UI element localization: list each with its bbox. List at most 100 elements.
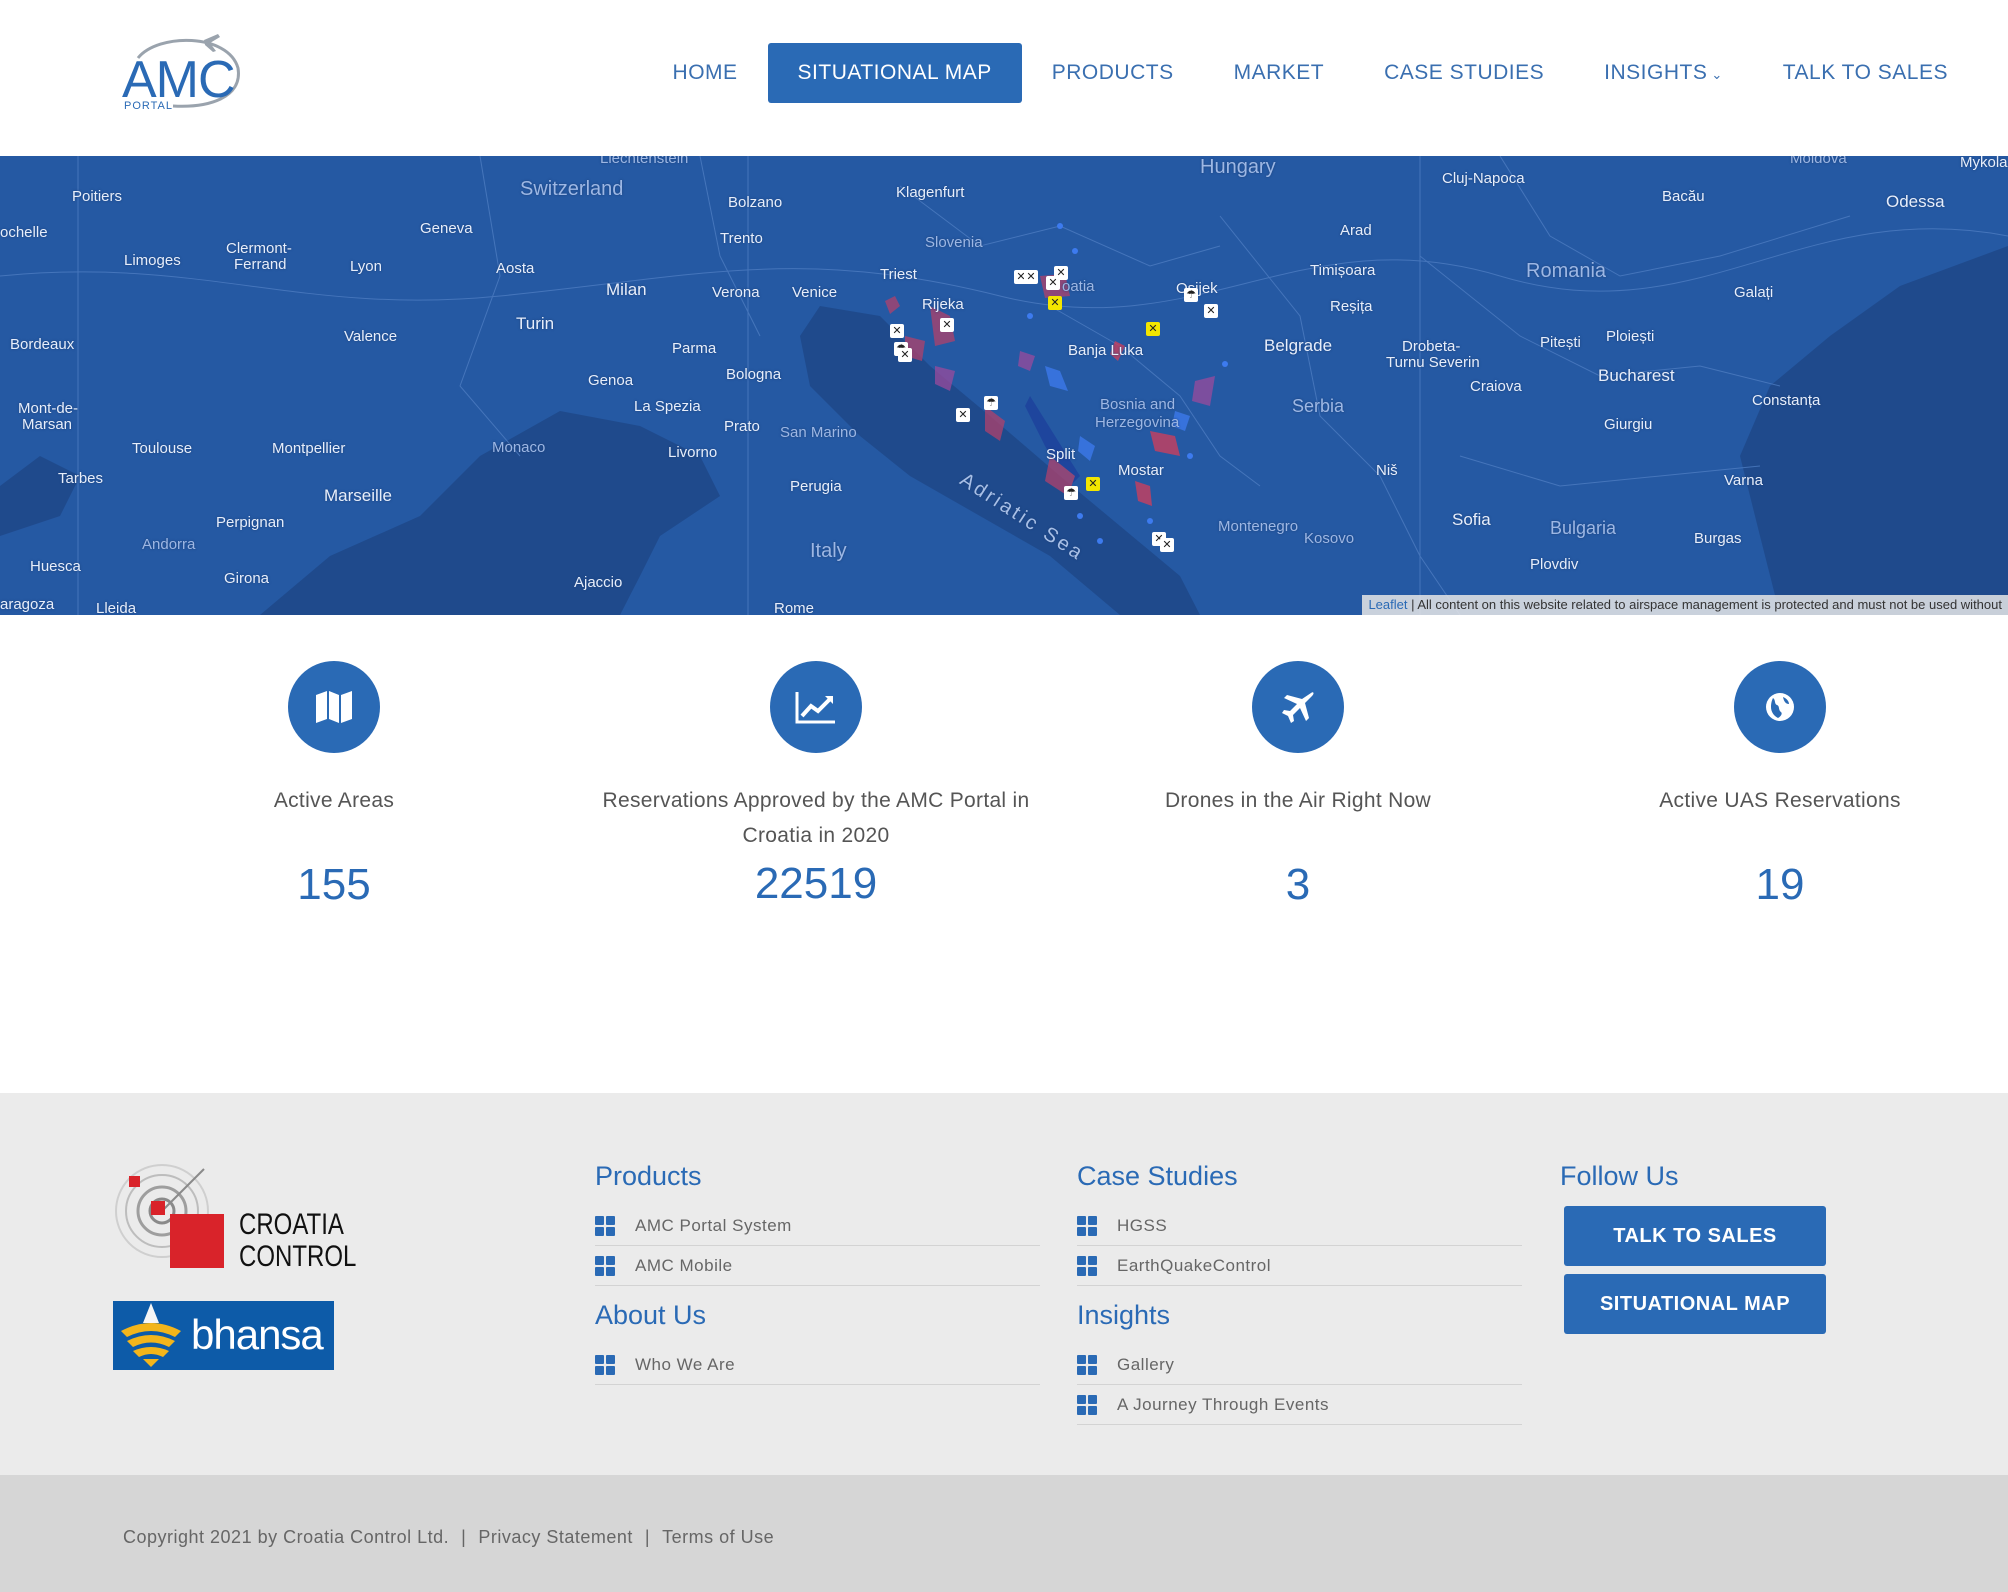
map-label-hungary: Hungary [1200,156,1276,178]
map-label-bordeaux: Bordeaux [10,336,75,353]
drone-marker-icon[interactable]: ✕ [940,318,954,332]
situational-map[interactable]: Switzerland Hungary Romania Slovenia oat… [0,156,2008,615]
nav-talk-to-sales[interactable]: TALK TO SALES [1753,43,1978,103]
restriction-marker-icon[interactable]: ✕ [1086,477,1100,491]
footer-link-journey-through-events[interactable]: A Journey Through Events [1077,1385,1522,1425]
terms-of-use-link[interactable]: Terms of Use [662,1527,774,1547]
map-label-perpignan: Perpignan [216,514,285,531]
restriction-marker-icon[interactable]: ✕ [1048,296,1062,310]
grid-icon [1077,1394,1097,1415]
map-label-switzerland: Switzerland [520,178,624,200]
restriction-marker-icon[interactable]: ✕ [1146,322,1160,336]
stat-value: 22519 [754,859,878,908]
map-label-galati: Galați [1734,284,1774,301]
copyright-text: Copyright 2021 by Croatia Control Ltd. [123,1527,450,1547]
stat-active-uas-reservations: Active UAS Reservations 19 [1539,615,2008,910]
map-label-marsan: Marsan [22,416,73,433]
stat-active-areas: Active Areas 155 [93,615,575,910]
footer-link-amc-mobile[interactable]: AMC Mobile [595,1246,1040,1286]
map-label-triest: Triest [880,266,917,283]
map-label-tarbes: Tarbes [58,470,104,487]
stats-section: Active Areas 155 Reservations Approved b… [0,615,2008,1093]
drone-marker-icon[interactable]: ✕ [1046,276,1060,290]
footer-link-hgss[interactable]: HGSS [1077,1206,1522,1246]
parachute-marker-icon[interactable]: ☂ [984,396,998,410]
chevron-down-icon: ⌄ [1711,67,1723,82]
croatia-logo-line1: CROATIA [239,1208,344,1241]
map-label-liechtenstein: Liechtenstein [600,156,689,167]
map-icon [288,661,380,753]
map-label-split: Split [1046,446,1076,463]
footer-col-products: Products AMC Portal System AMC Mobile Ab… [595,1161,1040,1385]
map-label-lyon: Lyon [350,258,382,275]
footer-case-studies-title: Case Studies [1077,1161,1238,1191]
copyright-line: Copyright 2021 by Croatia Control Ltd. | P… [123,1527,774,1548]
nav-market[interactable]: MARKET [1204,43,1355,103]
privacy-statement-link[interactable]: Privacy Statement [478,1527,633,1547]
map-label-mont-de: Mont-de- [18,400,79,417]
map-label-varna: Varna [1724,472,1763,489]
drone-marker-icon[interactable]: ✕ [1160,538,1174,552]
map-label-trento: Trento [720,230,763,247]
parachute-marker-icon[interactable]: ☂ [1184,288,1198,302]
nav-situational-map[interactable]: SITUATIONAL MAP [767,43,1022,103]
map-label-montpellier: Montpellier [272,440,346,457]
drone-marker-icon[interactable]: ✕ [890,324,904,338]
map-label-livorno: Livorno [668,444,718,461]
leaflet-link[interactable]: Leaflet [1368,597,1407,612]
footer-link-amc-portal-system[interactable]: AMC Portal System [595,1206,1040,1246]
map-label-kosovo: Kosovo [1304,530,1355,547]
attribution-text: | All content on this website related to… [1407,597,2002,612]
map-label-slovenia: Slovenia [925,234,983,251]
bhansa-emblem-icon [121,1303,181,1367]
map-label-lleida: Lleida [96,600,137,615]
footer-insights-title: Insights [1077,1300,1171,1330]
map-label-mykola: Mykola [1960,156,2008,171]
drone-marker-icon[interactable]: ✕ [898,348,912,362]
drone-marker-icon[interactable]: ✕ [1204,304,1218,318]
croatia-control-logo[interactable]: CROATIA CONTROL [112,1161,356,1281]
footer-col-case-studies: Case Studies HGSS EarthQuakeControl Insi… [1077,1161,1522,1425]
map-label-craiova: Craiova [1470,378,1522,395]
nav-insights[interactable]: INSIGHTS ⌄ [1574,43,1753,103]
bhansa-logo[interactable]: bhansa [113,1301,334,1370]
map-label-ajaccio: Ajaccio [574,574,623,591]
map-label-rome: Rome [774,600,815,615]
map-label-odessa: Odessa [1886,192,1945,211]
map-label-drobeta: Drobeta- [1402,338,1461,355]
footer-link-label: A Journey Through Events [1117,1394,1330,1414]
talk-to-sales-button[interactable]: TALK TO SALES [1564,1206,1826,1266]
map-label-genoa: Genoa [588,372,634,389]
map-label-marseille: Marseille [324,486,393,505]
footer-about-title: About Us [595,1300,707,1330]
nav-products[interactable]: PRODUCTS [1022,43,1204,103]
footer-col-follow-us: Follow Us TALK TO SALES SITUATIONAL MAP [1560,1161,1826,1342]
drone-marker-icon[interactable]: ✕ [1024,270,1038,284]
footer-link-earthquakecontrol[interactable]: EarthQuakeControl [1077,1246,1522,1286]
map-label-giurgiu: Giurgiu [1604,416,1653,433]
footer-link-who-we-are[interactable]: Who We Are [595,1345,1040,1385]
situational-map-button[interactable]: SITUATIONAL MAP [1564,1274,1826,1334]
nav-home[interactable]: HOME [643,43,768,103]
footer-products-title: Products [595,1161,702,1191]
footer-link-gallery[interactable]: Gallery [1077,1345,1522,1385]
map-label-perugia: Perugia [790,478,842,495]
map-label-croatia: oatia [1062,278,1095,295]
amc-portal-logo[interactable]: AMC PORTAL [118,28,248,118]
map-label-pitesti: Pitești [1540,334,1581,351]
map-label-poitiers: Poitiers [72,188,123,205]
site-header: AMC PORTAL HOME SITUATIONAL MAP PRODUCTS… [0,0,2008,156]
footer-link-label: Gallery [1117,1354,1175,1374]
map-label-venice: Venice [792,284,838,301]
stat-drones-in-air: Drones in the Air Right Now 3 [1057,615,1539,910]
map-label-klagenfurt: Klagenfurt [896,184,965,201]
chart-line-icon [770,661,862,753]
drone-marker-icon[interactable]: ✕ [956,408,970,422]
parachute-marker-icon[interactable]: ☂ [1064,486,1078,500]
map-label-monaco: Monaco [492,439,546,456]
nav-case-studies[interactable]: CASE STUDIES [1354,43,1574,103]
map-label-zaragoza: aragoza [0,596,55,613]
stat-label: Active Areas [273,789,395,812]
grid-icon [595,1354,615,1375]
map-label-san-marino: San Marino [780,424,857,441]
